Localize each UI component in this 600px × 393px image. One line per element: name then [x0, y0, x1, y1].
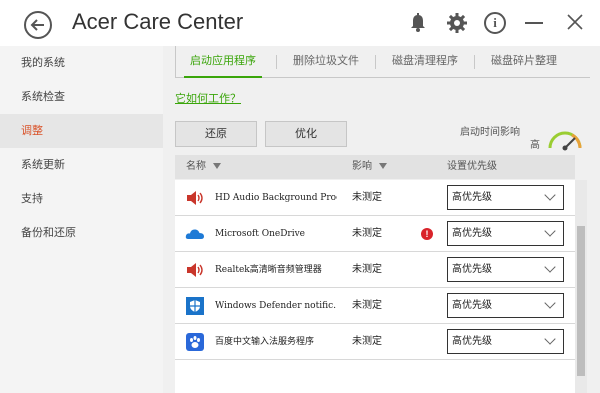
paw-icon	[186, 333, 204, 351]
sidebar-item-my-system[interactable]: 我的系统	[0, 46, 163, 80]
priority-value: 高优先级	[452, 264, 492, 275]
sidebar: 我的系统 系统检查 调整 系统更新 支持 备份和还原	[0, 46, 163, 393]
table-row[interactable]: HD Audio Background Proc… 未测定 高优先级	[175, 180, 575, 216]
startup-impact-label: 启动时间影响	[460, 127, 520, 138]
column-impact-header[interactable]: 影响	[352, 155, 387, 179]
sidebar-item-tuneup[interactable]: 调整	[0, 114, 163, 148]
back-button[interactable]	[24, 11, 52, 39]
priority-select[interactable]: 高优先级	[447, 293, 564, 318]
speaker-icon	[187, 191, 203, 205]
column-impact-label: 影响	[352, 161, 372, 172]
priority-value: 高优先级	[452, 300, 492, 311]
priority-select[interactable]: 高优先级	[447, 329, 564, 354]
sidebar-item-system-update[interactable]: 系统更新	[0, 148, 163, 182]
table-row[interactable]	[175, 360, 575, 393]
app-title: Acer Care Center	[72, 9, 244, 34]
tab-disk-defrag[interactable]: 磁盘碎片整理	[480, 46, 568, 78]
speaker-icon	[187, 263, 203, 277]
sort-triangle-icon	[213, 163, 221, 169]
chevron-down-icon	[544, 225, 556, 237]
gear-icon[interactable]	[446, 12, 468, 34]
table-row[interactable]: Microsoft OneDrive 未测定 ! 高优先级	[175, 216, 575, 252]
column-name-label: 名称	[186, 161, 206, 172]
info-icon[interactable]: i	[484, 12, 506, 34]
optimize-button[interactable]: 优化	[265, 121, 347, 147]
app-name: Windows Defender notific…	[215, 301, 337, 311]
minimize-button[interactable]	[524, 14, 544, 30]
gauge-icon	[548, 131, 582, 151]
tab-disk-cleanup[interactable]: 磁盘清理程序	[381, 46, 469, 78]
back-arrow-icon	[30, 19, 44, 31]
how-it-works-link[interactable]: 它如何工作？	[175, 90, 241, 106]
impact-value: 未测定	[352, 300, 382, 311]
sidebar-item-system-check[interactable]: 系统检查	[0, 80, 163, 114]
startup-apps-list: HD Audio Background Proc… 未测定 高优先级 Micro…	[175, 180, 575, 393]
impact-value: 未测定	[352, 228, 382, 239]
restore-button[interactable]: 还原	[175, 121, 257, 147]
chevron-down-icon	[544, 333, 556, 345]
chevron-down-icon	[544, 297, 556, 309]
chevron-down-icon	[544, 189, 556, 201]
defender-icon	[186, 297, 204, 315]
app-name: HD Audio Background Proc…	[215, 193, 337, 203]
title-bar: Acer Care Center i	[0, 0, 600, 46]
close-icon	[567, 14, 583, 30]
minimize-icon	[525, 22, 543, 24]
table-header: 名称 影响 设置优先级	[175, 155, 575, 179]
tab-divider	[474, 55, 475, 69]
column-name-header[interactable]: 名称	[186, 155, 221, 179]
tab-divider	[276, 55, 277, 69]
chevron-down-icon	[544, 261, 556, 273]
impact-value: 未测定	[352, 336, 382, 347]
tab-startup-apps[interactable]: 启动应用程序	[176, 46, 270, 78]
warning-icon: !	[421, 228, 433, 240]
sidebar-item-support[interactable]: 支持	[0, 182, 163, 216]
impact-value: 未测定	[352, 192, 382, 203]
app-name: 百度中文输入法服务程序	[215, 337, 315, 347]
tab-bar: 启动应用程序 删除垃圾文件 磁盘清理程序 磁盘碎片整理	[175, 46, 590, 78]
sidebar-item-backup-restore[interactable]: 备份和还原	[0, 216, 163, 250]
onedrive-icon	[185, 229, 204, 239]
tab-label: 启动应用程序	[190, 54, 256, 67]
active-tab-indicator	[184, 76, 262, 78]
priority-select[interactable]: 高优先级	[447, 221, 564, 246]
table-row[interactable]: Realtek高清晰音频管理器 未测定 高优先级	[175, 252, 575, 288]
scrollbar-thumb[interactable]	[577, 226, 585, 376]
priority-value: 高优先级	[452, 228, 492, 239]
tab-delete-junk[interactable]: 删除垃圾文件	[282, 46, 370, 78]
column-priority-header: 设置优先级	[447, 161, 497, 172]
bell-icon[interactable]	[407, 12, 429, 34]
close-button[interactable]	[565, 12, 587, 34]
priority-select[interactable]: 高优先级	[447, 185, 564, 210]
table-row[interactable]: Windows Defender notific… 未测定 高优先级	[175, 288, 575, 324]
priority-select[interactable]: 高优先级	[447, 257, 564, 282]
priority-value: 高优先级	[452, 192, 492, 203]
app-name: Microsoft OneDrive	[215, 229, 306, 239]
main-panel: 启动应用程序 删除垃圾文件 磁盘清理程序 磁盘碎片整理 它如何工作？ 还原 优化…	[163, 46, 600, 393]
sort-triangle-icon	[379, 163, 387, 169]
impact-value: 未测定	[352, 264, 382, 275]
priority-value: 高优先级	[452, 336, 492, 347]
table-row[interactable]: 百度中文输入法服务程序 未测定 高优先级	[175, 324, 575, 360]
app-name: Realtek高清晰音频管理器	[215, 265, 322, 275]
tab-divider	[375, 55, 376, 69]
startup-impact-value: 高	[530, 140, 540, 151]
